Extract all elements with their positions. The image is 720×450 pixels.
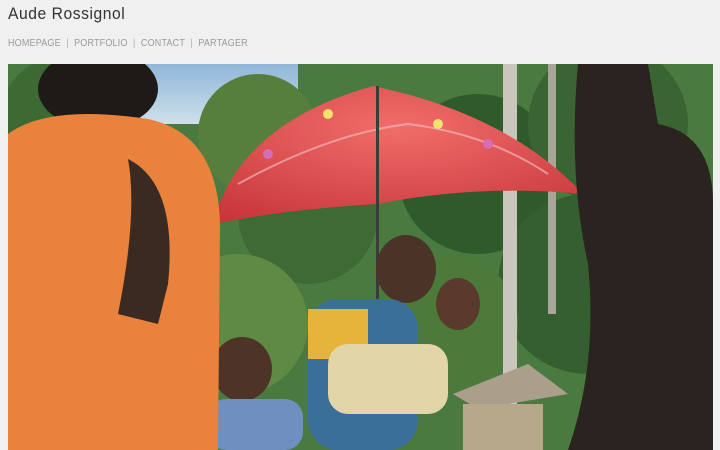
featured-photo[interactable] [8, 64, 713, 450]
nav-partager[interactable]: PARTAGER [198, 38, 247, 49]
nav-contact[interactable]: CONTACT [141, 38, 185, 49]
nav-homepage[interactable]: HOMEPAGE [8, 38, 61, 49]
nav-separator: | [66, 38, 69, 49]
nav-portfolio[interactable]: PORTFOLIO [74, 38, 127, 49]
photo-image [8, 64, 713, 450]
site-title[interactable]: Aude Rossignol [8, 4, 125, 24]
nav-separator: | [190, 38, 193, 49]
main-nav: HOMEPAGE | PORTFOLIO | CONTACT | PARTAGE… [8, 38, 248, 49]
nav-separator: | [132, 38, 136, 49]
